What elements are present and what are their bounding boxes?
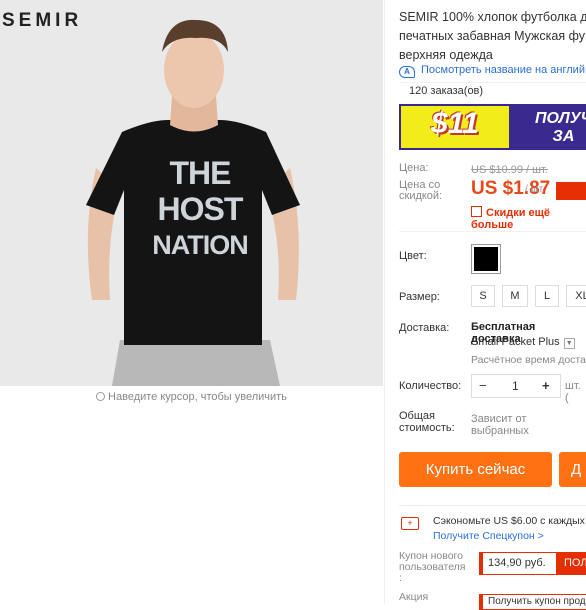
translate-link-text: Посмотреть название на англий — [421, 64, 585, 76]
banner-text: ПОЛУЧ ЗА — [535, 110, 586, 146]
banner-line: ПОЛУЧ — [535, 110, 586, 127]
banner-price: $11 — [431, 107, 479, 140]
buy-now-button[interactable]: Купить сейчас — [399, 452, 552, 487]
quantity-label: Количество: — [399, 380, 462, 392]
translate-icon: A — [399, 66, 415, 78]
zoom-hint-text: Наведите курсор, чтобы увеличить — [108, 391, 287, 403]
chevron-down-icon: ▼ — [563, 338, 575, 349]
qr-code-icon — [471, 206, 482, 217]
more-discounts-text: Скидки ещё больше — [471, 207, 551, 231]
size-option-xl[interactable]: XL — [566, 285, 586, 307]
get-coupon-link[interactable]: Получите Спецкупон > — [433, 530, 544, 542]
color-swatch-black[interactable] — [471, 244, 501, 274]
orders-count: 120 заказа(ов) — [399, 82, 586, 99]
zoom-hint: Наведите курсор, чтобы увеличить — [0, 391, 383, 403]
magnifier-icon — [96, 392, 106, 401]
price-badge — [556, 182, 586, 200]
get-coupon-button[interactable]: ПОЛ — [556, 552, 586, 575]
product-image[interactable]: THE HOST NATION SEMIR — [0, 0, 383, 386]
coupon-value: 134,90 руб. — [479, 552, 561, 575]
more-discounts-link[interactable]: Скидки ещё больше — [471, 206, 586, 231]
delivery-time: Расчётное время доста — [471, 354, 586, 366]
promo-label: Акция — [399, 591, 429, 603]
promo-banner[interactable]: $11 ПОЛУЧ ЗА — [399, 104, 586, 150]
savings-text: Сэкономьте US $6.00 с каждых — [433, 515, 585, 527]
quantity-unit: шт. ( — [565, 380, 581, 404]
banner-line: ЗА — [552, 128, 575, 145]
product-title: SEMIR 100% хлопок футболка д печатных за… — [399, 10, 586, 62]
total-label: Общая стоимость: — [399, 410, 455, 434]
size-option-m[interactable]: M — [502, 285, 528, 307]
brand-logo: SEMIR — [2, 10, 83, 31]
size-label: Размер: — [399, 291, 440, 303]
add-to-cart-button[interactable]: Д — [559, 452, 586, 487]
size-option-s[interactable]: S — [471, 285, 495, 307]
tshirt-print: THE HOST NATION — [150, 155, 250, 263]
size-option-l[interactable]: L — [535, 285, 559, 307]
coupon-icon: + — [401, 517, 419, 530]
shipping-method-select[interactable]: Small Packet Plus ▼ — [471, 336, 575, 349]
color-label: Цвет: — [399, 250, 427, 262]
column-divider — [384, 0, 385, 604]
price-label: Цена: — [399, 162, 429, 174]
quantity-increase-button[interactable]: + — [542, 375, 550, 397]
discount-price-label: Цена со скидкой: — [399, 179, 443, 202]
per-unit: / шт. — [525, 184, 545, 195]
old-price: US $10.99 / шт. — [471, 164, 548, 176]
translate-link[interactable]: A Посмотреть название на англий — [399, 64, 585, 78]
total-note: Зависит от выбранных — [471, 413, 529, 437]
promo-coupon[interactable]: Получить купон прода — [479, 594, 586, 610]
divider — [399, 231, 586, 232]
quantity-decrease-button[interactable]: − — [479, 375, 487, 397]
shipping-label: Доставка: — [399, 322, 450, 334]
tshirt-print-line: THE — [169, 155, 232, 191]
shipping-method-text: Small Packet Plus — [471, 336, 560, 348]
color-swatch-fill — [474, 247, 498, 271]
quantity-input[interactable]: 1 — [512, 375, 519, 397]
tshirt-print-line: NATION — [152, 230, 249, 260]
quantity-stepper: − 1 + — [471, 374, 561, 398]
tshirt-print-line: HOST — [157, 191, 244, 227]
new-user-coupon-label: Купон нового пользователя : — [399, 550, 466, 584]
